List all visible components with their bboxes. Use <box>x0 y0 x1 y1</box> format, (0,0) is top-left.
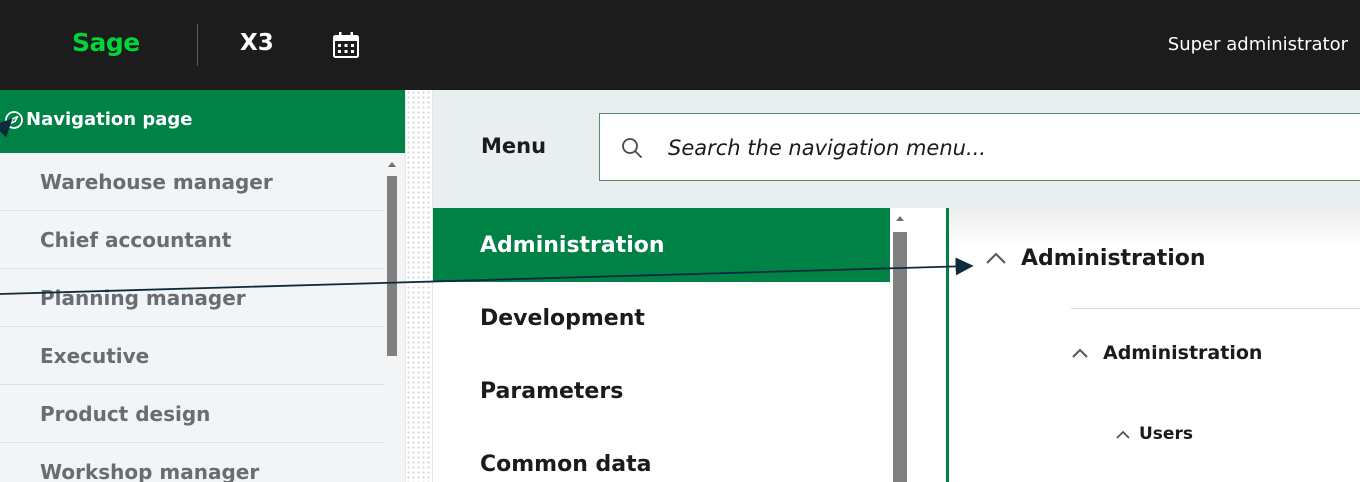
role-item-chief-accountant[interactable]: Chief accountant <box>0 211 384 269</box>
role-item-executive[interactable]: Executive <box>0 327 384 385</box>
role-list-scrollbar[interactable] <box>384 156 400 482</box>
search-icon <box>620 136 644 165</box>
top-bar: Sage X3 Super administrator <box>0 0 1360 90</box>
category-parameters[interactable]: Parameters <box>433 355 890 428</box>
navigation-page-title: Navigation page <box>26 109 193 130</box>
category-list: Administration Development Parameters Co… <box>433 208 890 482</box>
category-administration[interactable]: Administration <box>433 208 890 282</box>
topbar-divider <box>197 24 198 66</box>
scroll-up-arrow-icon[interactable] <box>896 216 904 221</box>
category-common-data[interactable]: Common data <box>433 428 890 482</box>
chevron-up-icon <box>1115 424 1131 444</box>
category-development[interactable]: Development <box>433 282 890 355</box>
calendar-icon[interactable] <box>331 31 361 59</box>
chevron-up-icon <box>1071 342 1089 364</box>
tree-node-label: Administration <box>1103 342 1263 364</box>
tree-node-administration[interactable]: Administration <box>985 246 1206 271</box>
scrollbar-thumb[interactable] <box>893 232 907 482</box>
role-item-planning-manager[interactable]: Planning manager <box>0 269 384 327</box>
menu-label: Menu <box>481 134 547 158</box>
role-list: Warehouse manager Chief accountant Plann… <box>0 153 384 482</box>
tree-divider <box>1071 308 1360 309</box>
tree-node-administration-sub[interactable]: Administration <box>1071 342 1262 364</box>
role-item-product-design[interactable]: Product design <box>0 385 384 443</box>
user-name[interactable]: Super administrator <box>1168 34 1348 55</box>
tree-node-label: Administration <box>1021 246 1206 271</box>
role-item-warehouse-manager[interactable]: Warehouse manager <box>0 153 384 211</box>
product-name: X3 <box>240 30 274 56</box>
menu-header: Menu Search the navigation menu... <box>433 90 1360 208</box>
compass-icon <box>4 110 24 135</box>
tree-node-users[interactable]: Users <box>1115 424 1193 444</box>
category-list-scrollbar[interactable] <box>890 208 910 482</box>
role-item-workshop-manager[interactable]: Workshop manager <box>0 443 384 482</box>
tree-node-label: Users <box>1139 424 1193 444</box>
sage-logo[interactable]: Sage <box>72 28 140 57</box>
menu-tree: Administration Administration Users <box>946 208 1360 482</box>
navigation-page-header[interactable]: Navigation page <box>0 90 405 153</box>
scroll-up-arrow-icon[interactable] <box>388 162 396 167</box>
scrollbar-thumb[interactable] <box>387 176 397 356</box>
panel-splitter[interactable] <box>405 90 433 482</box>
search-input[interactable]: Search the navigation menu... <box>599 113 1360 181</box>
search-placeholder: Search the navigation menu... <box>668 136 986 160</box>
navigation-panel: Navigation page Warehouse manager Chief … <box>0 90 405 482</box>
chevron-up-icon <box>985 246 1007 271</box>
